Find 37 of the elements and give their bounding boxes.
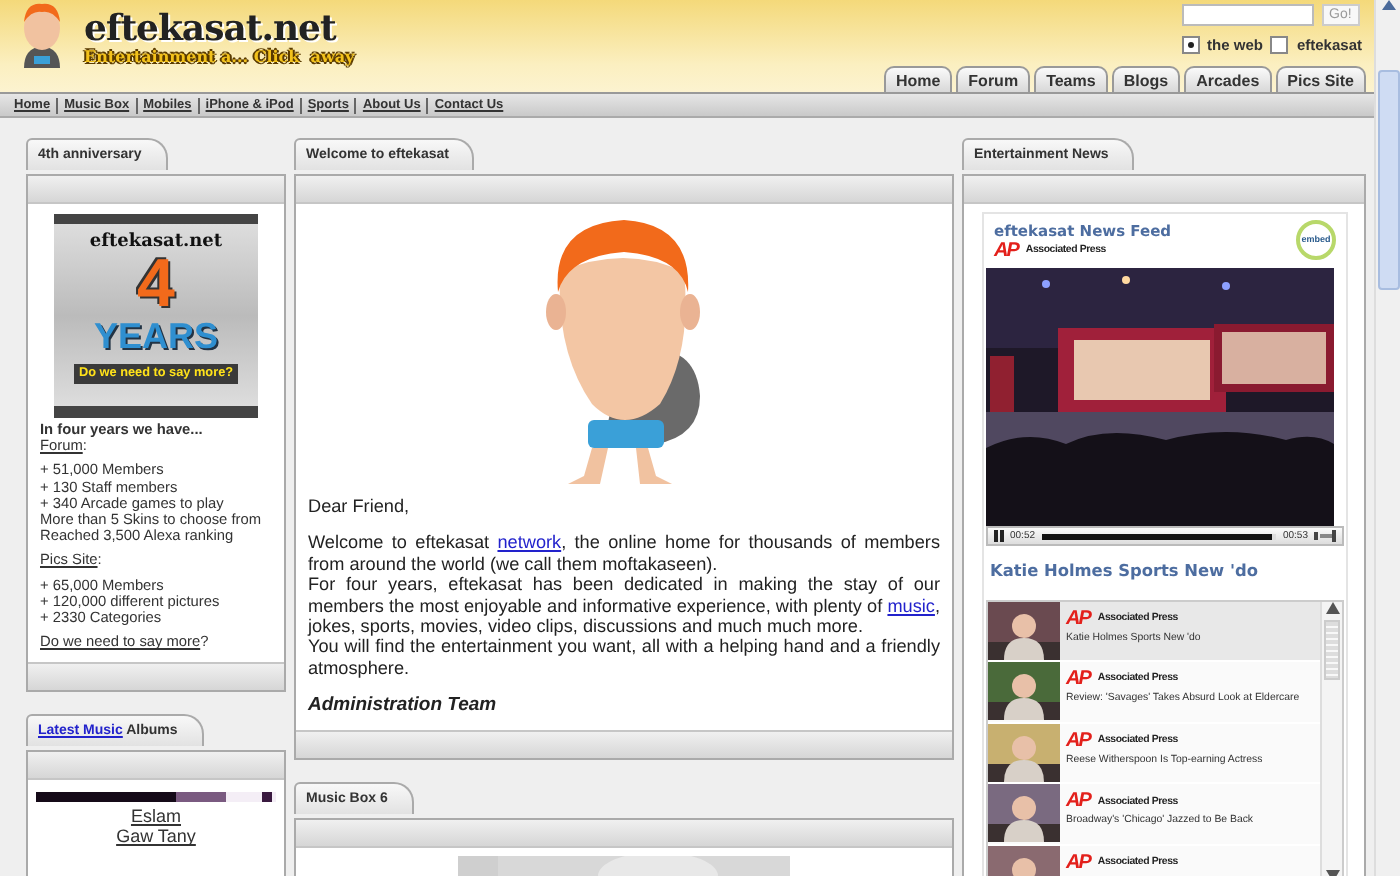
banner-word: YEARS (93, 316, 218, 356)
paragraph: For four years, eftekasat has been dedicated in making the stay of our members the most enjoyable and informative experience, with plenty of music, jokes, sports, movies, video clips, discussions and much much more. (308, 574, 940, 637)
album-link[interactable]: Gaw Tany (28, 826, 284, 847)
greeting: Dear Friend, (308, 496, 412, 517)
link[interactable]: network (497, 532, 562, 553)
scroll-up-icon (1325, 601, 1339, 614)
pause-icon (994, 530, 1004, 543)
nav-tab[interactable]: Forum (956, 66, 1031, 92)
source-logo: AP (1066, 792, 1090, 811)
nav-tab[interactable]: Blogs (1111, 66, 1181, 92)
nav-tab[interactable]: Teams (1034, 66, 1108, 92)
headline: Katie Holmes Sports New 'do (990, 558, 1260, 584)
volume-icon (1314, 530, 1336, 543)
banner-site-name: eftekasat.net (89, 232, 223, 252)
source-logo: AP (1066, 609, 1090, 628)
paragraph: Welcome to eftekasat network, the online home for thousands of members from around the world (we call them moftakaseen). (308, 532, 940, 575)
signature: Administration Team (308, 696, 499, 718)
nav-tab[interactable]: Pics Site (1275, 66, 1366, 92)
album-link[interactable]: Eslam (28, 806, 284, 827)
banner-number: 4 (137, 252, 175, 316)
search-field[interactable] (1181, 4, 1314, 26)
nav-tab[interactable]: Home (883, 66, 953, 92)
list-scrollbar[interactable] (1320, 601, 1342, 876)
radio-button[interactable] (1270, 36, 1289, 55)
source-logo: AP (1066, 731, 1090, 750)
paragraph: You will find the entertainment you want, all with a helping hand and a friendly atmosphere. (308, 636, 940, 679)
nav-tab[interactable]: Arcades (1184, 66, 1272, 92)
source-logo: AP (1066, 670, 1090, 689)
source-logo: AP (1066, 853, 1090, 872)
scrollbar[interactable] (1374, 0, 1400, 876)
link[interactable]: music (887, 595, 935, 616)
scroll-up-icon (1381, 0, 1395, 10)
scroll-thumb[interactable] (1377, 70, 1399, 290)
radio-button[interactable] (1181, 36, 1200, 55)
scroll-thumb[interactable] (1324, 619, 1340, 680)
tagline: Entertainment a... Click away (84, 44, 355, 68)
source-logo: AP (994, 242, 1018, 261)
